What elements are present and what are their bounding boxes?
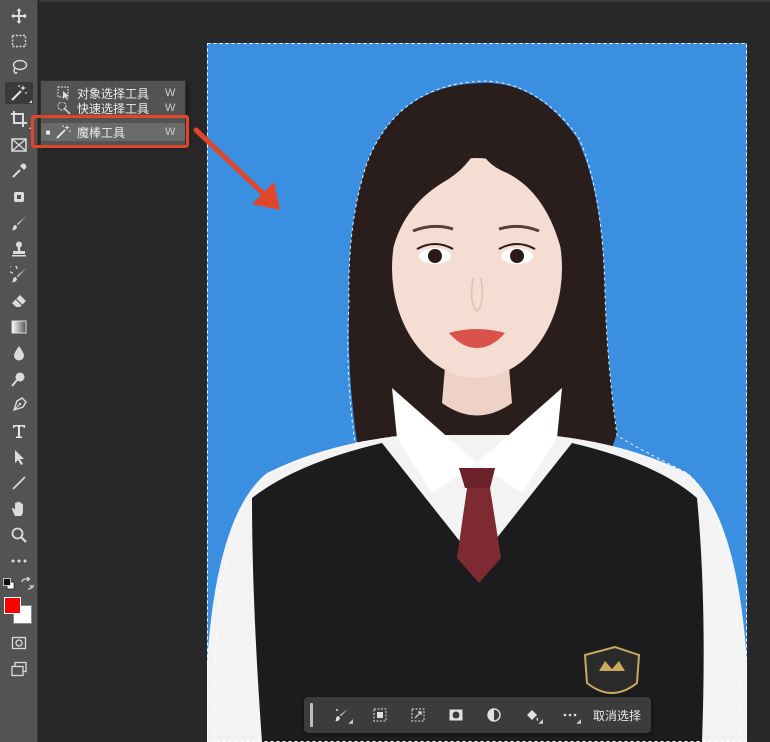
- quick-selection-icon: [55, 102, 73, 114]
- history-brush-icon: [10, 266, 26, 283]
- rectangular-marquee-icon: [11, 34, 27, 48]
- eraser-tool[interactable]: [5, 290, 33, 312]
- foreground-color-swatch[interactable]: [4, 597, 21, 614]
- flyout-item-object-selection[interactable]: 对象选择工具 W: [41, 84, 185, 102]
- quick-mask-icon: [11, 636, 27, 650]
- adjustment-layer-button[interactable]: [475, 701, 513, 729]
- taskbar-drag-handle[interactable]: [310, 703, 313, 727]
- crop-tool[interactable]: [5, 108, 33, 130]
- line-icon: [12, 476, 26, 490]
- gradient-icon: [11, 320, 27, 334]
- magic-wand-tool[interactable]: [5, 82, 33, 104]
- brush-icon: [11, 216, 26, 231]
- flyout-item-quick-selection[interactable]: 快速选择工具 W: [41, 102, 185, 114]
- lasso-tool[interactable]: [5, 56, 33, 78]
- drop-icon: [14, 346, 24, 361]
- line-tool[interactable]: [5, 472, 33, 494]
- flyout-item-shortcut: W: [165, 102, 176, 114]
- type-tool[interactable]: [5, 420, 33, 442]
- screen-mode-icon: [11, 661, 27, 677]
- eraser-icon: [12, 295, 26, 307]
- frame-icon: [11, 138, 27, 152]
- lasso-icon: [12, 59, 28, 75]
- brush-tool[interactable]: [5, 212, 33, 234]
- marquee-tool[interactable]: [5, 30, 33, 52]
- pen-icon: [12, 397, 27, 412]
- flyout-item-label: 对象选择工具: [77, 86, 150, 101]
- default-colors[interactable]: [3, 577, 15, 590]
- flyout-item-shortcut: W: [165, 87, 176, 99]
- eyedropper-tool[interactable]: [5, 160, 33, 182]
- zoom-icon: [11, 527, 27, 543]
- move-icon: [11, 8, 27, 24]
- annotation-highlight-box: [31, 115, 189, 148]
- object-selection-icon: [55, 86, 73, 100]
- more-tools[interactable]: [5, 550, 33, 572]
- dodge-icon: [11, 372, 25, 387]
- deselect-button[interactable]: 取消选择: [589, 707, 651, 724]
- frame-tool[interactable]: [5, 134, 33, 156]
- dodge-tool[interactable]: [5, 368, 33, 390]
- invert-selection-icon: [373, 708, 387, 722]
- magic-wand-icon: [11, 85, 27, 101]
- create-mask-button[interactable]: [437, 701, 475, 729]
- stamp-icon: [12, 241, 26, 257]
- arrow-cursor-icon: [15, 450, 24, 465]
- flyout-item-label: 快速选择工具: [77, 102, 150, 114]
- blur-tool[interactable]: [5, 342, 33, 364]
- crop-icon: [11, 111, 27, 127]
- zoom-tool[interactable]: [5, 524, 33, 546]
- select-subject-button[interactable]: ◢: [323, 701, 361, 729]
- fill-selection-button[interactable]: ◢: [513, 701, 551, 729]
- annotation-arrow-icon: [193, 127, 280, 210]
- hand-icon: [12, 501, 23, 516]
- path-selection-tool[interactable]: [5, 446, 33, 468]
- gradient-tool[interactable]: [5, 316, 33, 338]
- hand-tool[interactable]: [5, 498, 33, 520]
- mask-icon: [449, 709, 463, 721]
- quick-mask-button[interactable]: [5, 632, 33, 654]
- eyedropper-icon: [12, 163, 27, 178]
- type-icon: [13, 425, 25, 438]
- transform-selection-button[interactable]: [399, 701, 437, 729]
- swap-colors[interactable]: [20, 576, 35, 591]
- default-colors-icon: [3, 578, 15, 590]
- clone-stamp-tool[interactable]: [5, 238, 33, 260]
- pen-tool[interactable]: [5, 394, 33, 416]
- spot-healing-tool[interactable]: [5, 186, 33, 208]
- move-tool[interactable]: [5, 5, 33, 27]
- transform-selection-icon: [411, 708, 425, 722]
- invert-selection-button[interactable]: [361, 701, 399, 729]
- tools-panel: [0, 0, 38, 742]
- contextual-task-bar: ◢ ◢ ◢ 取消选择: [304, 697, 651, 733]
- history-brush-tool[interactable]: [5, 264, 33, 286]
- half-circle-icon: [487, 708, 501, 722]
- ellipsis-icon: [11, 559, 27, 563]
- bandage-icon: [14, 192, 24, 202]
- screen-mode-button[interactable]: [5, 658, 33, 680]
- more-options-button[interactable]: ◢: [551, 701, 589, 729]
- swap-arrow-icon: [21, 576, 35, 590]
